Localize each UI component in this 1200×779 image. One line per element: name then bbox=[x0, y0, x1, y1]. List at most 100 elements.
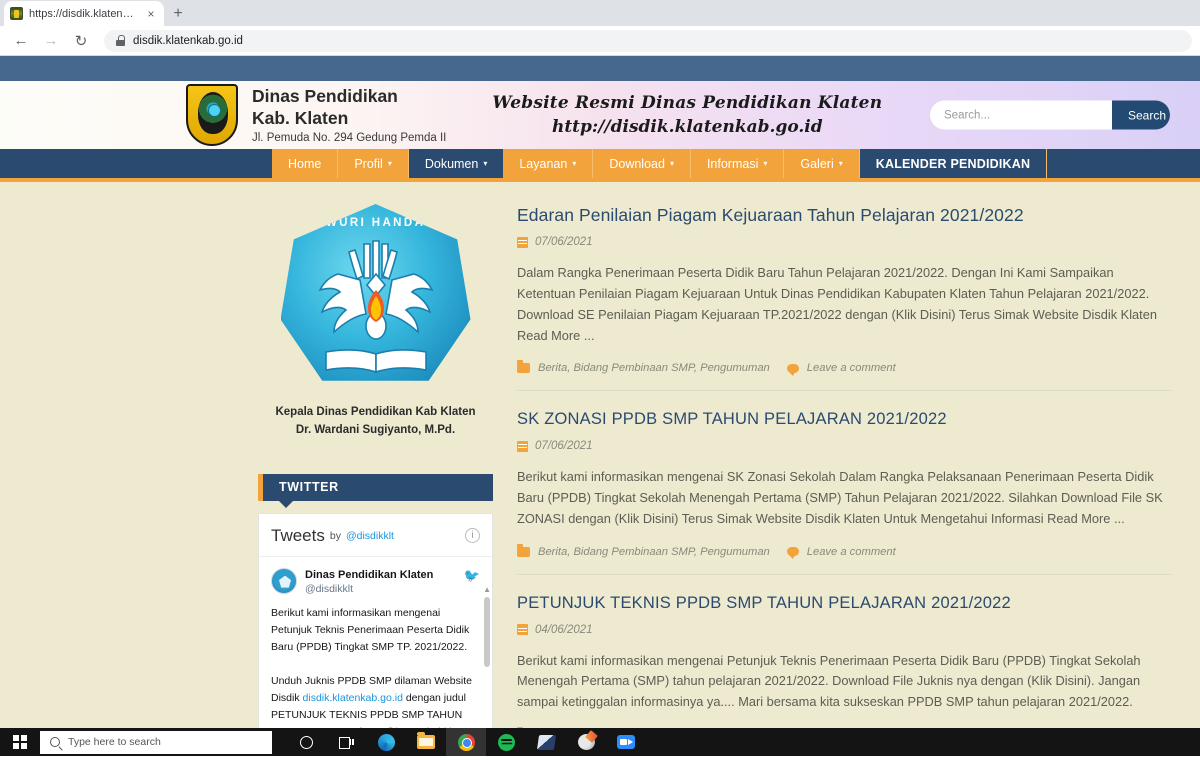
address-bar[interactable]: disdik.klatenkab.go.id bbox=[104, 29, 1192, 52]
nav-item-galeri[interactable]: Galeri ▾ bbox=[784, 149, 860, 178]
logo-book-icon bbox=[324, 349, 427, 374]
info-icon[interactable]: i bbox=[465, 528, 480, 544]
browser-tab[interactable]: https://disdik.klatenkab.go.id × bbox=[4, 1, 164, 26]
article-title[interactable]: PETUNJUK TEKNIS PPDB SMP TAHUN PELAJARAN… bbox=[517, 593, 1172, 614]
nav-item-dokumen[interactable]: Dokumen ▾ bbox=[408, 149, 504, 178]
taskbar-search-box[interactable]: Type here to search bbox=[40, 730, 272, 754]
article-excerpt: Dalam Rangka Penerimaan Peserta Didik Ba… bbox=[517, 265, 1157, 343]
edge-icon[interactable] bbox=[366, 728, 406, 756]
browser-toolbar: ← → ↻ disdik.klatenkab.go.id bbox=[0, 26, 1200, 56]
back-icon[interactable]: ← bbox=[8, 28, 34, 54]
kepala-dinas-caption: Kepala Dinas Pendidikan Kab Klaten Dr. W… bbox=[258, 404, 493, 440]
org-name-line2: Kab. Klaten bbox=[252, 107, 349, 128]
leave-comment-link[interactable]: Leave a comment bbox=[807, 362, 896, 374]
nav-item-label: Layanan bbox=[519, 156, 568, 171]
taskbar-icons bbox=[286, 728, 646, 756]
tab-title: https://disdik.klatenkab.go.id bbox=[29, 7, 138, 20]
nav-item-label: Galeri bbox=[800, 156, 834, 171]
page-content: TUT WURI HANDAYANI Kepala Dinas Pendidik… bbox=[0, 182, 1200, 756]
avatar bbox=[271, 567, 297, 594]
tweets-label: Tweets bbox=[271, 525, 325, 545]
main-navigation: Home Profil ▾ Dokumen ▾ Layanan ▾ Download ▾ Info… bbox=[0, 149, 1200, 182]
tweet-item[interactable]: Dinas Pendidikan Klaten @disdikklt 🐦 Ber… bbox=[259, 557, 492, 756]
paint-3d-icon[interactable] bbox=[566, 728, 606, 756]
nav-item-download[interactable]: Download ▾ bbox=[593, 149, 691, 178]
close-tab-icon[interactable]: × bbox=[144, 8, 158, 20]
tweet-header: Dinas Pendidikan Klaten @disdikklt 🐦 bbox=[271, 567, 480, 597]
zoom-icon[interactable] bbox=[606, 728, 646, 756]
brand-text: Dinas Pendidikan Kab. Klaten Jl. Pemuda … bbox=[252, 86, 446, 144]
search-icon bbox=[50, 737, 60, 747]
tab-strip: https://disdik.klatenkab.go.id × + bbox=[0, 0, 1200, 26]
calendar-icon bbox=[517, 440, 528, 452]
tweet-author-handle: @disdikklt bbox=[305, 583, 354, 596]
site-header: Dinas Pendidikan Kab. Klaten Jl. Pemuda … bbox=[0, 81, 1200, 149]
sidebar: TUT WURI HANDAYANI Kepala Dinas Pendidik… bbox=[258, 204, 493, 756]
logo-bird-icon bbox=[317, 240, 434, 340]
search-button[interactable]: Search bbox=[1112, 100, 1170, 130]
chevron-down-icon: ▾ bbox=[387, 159, 392, 168]
tut-wuri-logo-box: TUT WURI HANDAYANI bbox=[258, 204, 493, 390]
article-categories[interactable]: Berita, Bidang Pembinaan SMP, Pengumuman bbox=[538, 546, 770, 558]
kepala-line1: Kepala Dinas Pendidikan Kab Klaten bbox=[275, 406, 476, 418]
tweet-author-name: Dinas Pendidikan Klaten bbox=[305, 568, 434, 581]
nav-item-label: KALENDER PENDIDIKAN bbox=[875, 156, 1031, 171]
spotify-icon[interactable] bbox=[486, 728, 526, 756]
article-date: 07/06/2021 bbox=[535, 236, 593, 249]
address-bar-url: disdik.klatenkab.go.id bbox=[133, 34, 243, 47]
org-address: Jl. Pemuda No. 294 Gedung Pemda II bbox=[252, 131, 447, 144]
cortana-icon[interactable] bbox=[286, 728, 326, 756]
blue-app-icon[interactable] bbox=[526, 728, 566, 756]
nav-item-label: Informasi bbox=[706, 156, 759, 171]
article-date: 04/06/2021 bbox=[535, 623, 593, 636]
org-name-line1: Dinas Pendidikan bbox=[252, 86, 398, 107]
task-view-icon[interactable] bbox=[326, 728, 366, 756]
article-title[interactable]: Edaran Penilaian Piagam Kejuaraan Tahun … bbox=[517, 204, 1172, 226]
article-meta: Berita, Bidang Pembinaan SMP, Pengumuman… bbox=[517, 360, 1172, 376]
nav-item-layanan[interactable]: Layanan ▾ bbox=[503, 149, 594, 178]
nav-item-profil[interactable]: Profil ▾ bbox=[338, 149, 409, 178]
folder-icon bbox=[517, 360, 530, 374]
article-categories[interactable]: Berita, Bidang Pembinaan SMP, Pengumuman bbox=[538, 362, 770, 374]
nav-item-kalender-pendidikan[interactable]: KALENDER PENDIDIKAN bbox=[859, 149, 1048, 178]
search-input[interactable] bbox=[930, 100, 1112, 130]
article-title[interactable]: SK ZONASI PPDB SMP TAHUN PELAJARAN 2021/… bbox=[517, 409, 1172, 430]
article: SK ZONASI PPDB SMP TAHUN PELAJARAN 2021/… bbox=[517, 409, 1172, 575]
leave-comment-link[interactable]: Leave a comment bbox=[807, 546, 896, 558]
new-tab-button[interactable]: + bbox=[164, 1, 192, 26]
forward-icon[interactable]: → bbox=[38, 28, 64, 54]
tweets-account-handle[interactable]: @disdikklt bbox=[346, 530, 394, 542]
article-date-row: 07/06/2021 bbox=[517, 236, 1172, 248]
nav-item-home[interactable]: Home bbox=[272, 149, 339, 178]
nav-item-informasi[interactable]: Informasi ▾ bbox=[690, 149, 785, 178]
lock-icon bbox=[116, 35, 125, 46]
twitter-widget: TWITTER Tweets by @disdikklt i Dinas Pen… bbox=[258, 473, 493, 756]
article-date-row: 04/06/2021 bbox=[517, 624, 1172, 636]
calendar-icon bbox=[517, 624, 528, 636]
twitter-card-header: Tweets by @disdikklt i bbox=[259, 514, 492, 557]
nav-item-label: Download bbox=[609, 156, 665, 171]
article-date: 07/06/2021 bbox=[535, 440, 593, 453]
tweets-by-label: by bbox=[329, 529, 341, 542]
tweet-link[interactable]: disdik.klatenkab.go.id bbox=[303, 692, 403, 704]
page-viewport: Dinas Pendidikan Kab. Klaten Jl. Pemuda … bbox=[0, 56, 1200, 756]
reload-icon[interactable]: ↻ bbox=[68, 28, 94, 54]
tweet-scrollbar[interactable] bbox=[484, 596, 490, 667]
kepala-line2: Dr. Wardani Sugiyanto, M.Pd. bbox=[295, 423, 456, 436]
file-explorer-icon[interactable] bbox=[406, 728, 446, 756]
chevron-down-icon: ▾ bbox=[669, 159, 674, 168]
windows-logo-icon bbox=[13, 735, 27, 749]
tagline-line1: Website Resmi Dinas Pendidikan Klaten bbox=[492, 92, 883, 113]
scroll-up-arrow-icon[interactable]: ▲ bbox=[483, 585, 491, 594]
article-meta: Berita, Bidang Pembinaan SMP, Pengumuman… bbox=[517, 543, 1172, 560]
klaten-crest-icon bbox=[186, 84, 238, 146]
taskbar-search-placeholder: Type here to search bbox=[68, 736, 161, 748]
start-button[interactable] bbox=[0, 728, 40, 756]
windows-taskbar: Type here to search bbox=[0, 728, 1200, 756]
comment-icon bbox=[786, 547, 799, 560]
site-favicon-icon bbox=[10, 7, 23, 20]
article-date-row: 07/06/2021 bbox=[517, 440, 1172, 452]
site-brand[interactable]: Dinas Pendidikan Kab. Klaten Jl. Pemuda … bbox=[186, 84, 446, 146]
chrome-icon[interactable] bbox=[446, 728, 486, 756]
